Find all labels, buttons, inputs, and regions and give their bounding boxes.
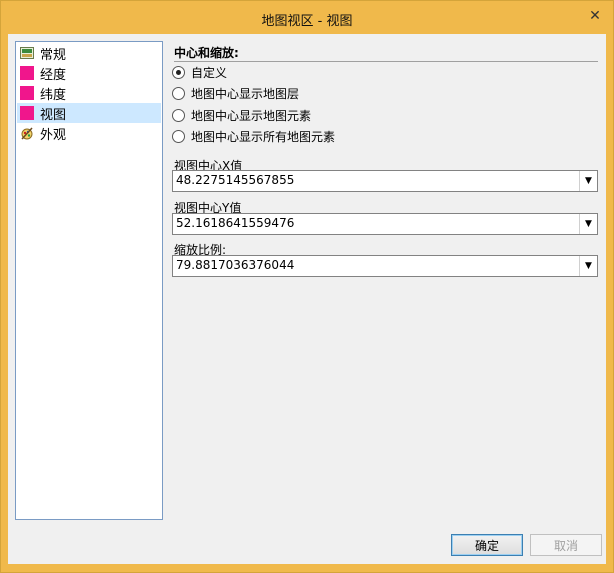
pink-swatch-icon <box>20 66 34 80</box>
window-title: 地图视区 - 视图 <box>261 14 353 29</box>
radio-label: 地图中心显示地图层 <box>191 86 300 101</box>
category-list[interactable]: 常规 经度 纬度 视图 外观 <box>15 41 163 520</box>
radio-label: 自定义 <box>191 65 228 80</box>
radio-label: 地图中心显示地图元素 <box>191 108 312 123</box>
nav-item-label: 经度 <box>40 67 67 83</box>
general-icon <box>20 47 34 59</box>
zoom-scale-combo[interactable]: 79.8817036376044 ▼ <box>172 255 598 277</box>
section-divider <box>174 61 598 62</box>
radio-custom[interactable]: 自定义 <box>172 63 227 81</box>
radio-label: 地图中心显示所有地图元素 <box>191 129 336 144</box>
radio-button[interactable] <box>172 129 185 143</box>
radio-button[interactable] <box>172 86 185 100</box>
nav-item-general[interactable]: 常规 <box>17 43 161 63</box>
radio-center-element[interactable]: 地图中心显示地图元素 <box>172 106 311 124</box>
nav-item-label: 纬度 <box>40 87 67 103</box>
nav-item-view[interactable]: 视图 <box>17 103 161 123</box>
cancel-button[interactable]: 取消 <box>530 534 602 556</box>
nav-item-latitude[interactable]: 纬度 <box>17 83 161 103</box>
nav-item-label: 视图 <box>40 107 67 123</box>
radio-center-layer[interactable]: 地图中心显示地图层 <box>172 84 299 102</box>
close-icon[interactable]: ✕ <box>585 7 605 25</box>
ok-button[interactable]: 确定 <box>451 534 523 556</box>
appearance-icon <box>21 127 33 140</box>
center-y-value: 52.1618641559476 <box>176 216 295 230</box>
pink-swatch-icon <box>20 106 34 120</box>
radio-center-all-elements[interactable]: 地图中心显示所有地图元素 <box>172 127 335 145</box>
chevron-down-icon[interactable]: ▼ <box>579 214 597 234</box>
nav-item-label: 常规 <box>40 47 67 63</box>
chevron-down-icon[interactable]: ▼ <box>579 256 597 276</box>
center-x-combo[interactable]: 48.2275145567855 ▼ <box>172 170 598 192</box>
dialog-window: 地图视区 - 视图 ✕ 常规 经度 纬度 视图 外观 中心和缩放: 自定义 地图… <box>0 0 614 573</box>
zoom-scale-value: 79.8817036376044 <box>176 258 295 272</box>
radio-button[interactable] <box>172 108 185 122</box>
nav-item-appearance[interactable]: 外观 <box>17 123 161 143</box>
chevron-down-icon[interactable]: ▼ <box>579 171 597 191</box>
nav-item-longitude[interactable]: 经度 <box>17 63 161 83</box>
radio-button-checked[interactable] <box>172 65 185 79</box>
pink-swatch-icon <box>20 86 34 100</box>
section-title: 中心和缩放: <box>174 46 239 60</box>
nav-item-label: 外观 <box>40 127 67 143</box>
center-x-value: 48.2275145567855 <box>176 173 295 187</box>
title-bar[interactable]: 地图视区 - 视图 ✕ <box>1 1 613 34</box>
center-y-combo[interactable]: 52.1618641559476 ▼ <box>172 213 598 235</box>
dialog-client-area: 常规 经度 纬度 视图 外观 中心和缩放: 自定义 地图中心显示地图层 地图中心… <box>8 34 606 564</box>
